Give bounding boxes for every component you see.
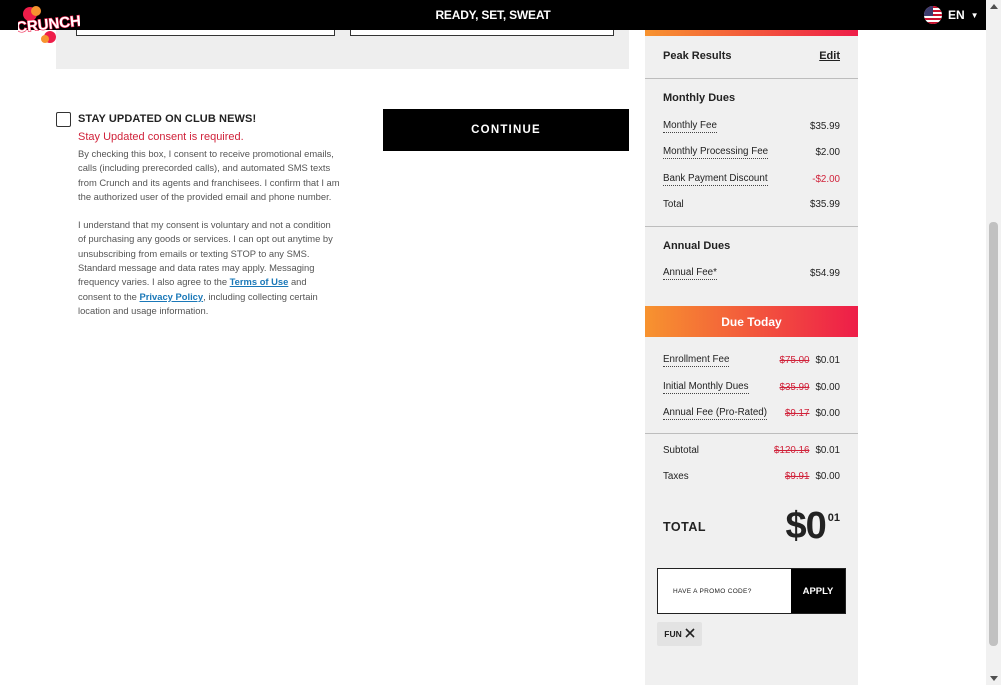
bank-discount-label[interactable]: Bank Payment Discount bbox=[663, 173, 768, 186]
form-field-bottom-left[interactable] bbox=[76, 30, 335, 36]
total-amount: $0 01 bbox=[785, 506, 840, 546]
bank-discount-value: -$2.00 bbox=[812, 174, 840, 185]
continue-button[interactable]: CONTINUE bbox=[383, 109, 629, 151]
subtotal-label: Subtotal bbox=[663, 445, 699, 456]
divider bbox=[645, 78, 858, 79]
subtotal-value: $0.01 bbox=[815, 445, 840, 456]
subtotal-row: Subtotal $120.16 $0.01 bbox=[663, 445, 840, 456]
taxes-label: Taxes bbox=[663, 471, 689, 482]
form-field-bottom-right[interactable] bbox=[350, 30, 614, 36]
enrollment-fee-label[interactable]: Enrollment Fee bbox=[663, 354, 730, 367]
total-cents: 01 bbox=[827, 512, 840, 524]
taxes-amounts: $9.91 $0.00 bbox=[785, 471, 840, 482]
prorated-fee-original: $9.17 bbox=[784, 408, 810, 419]
top-bar: READY, SET, SWEAT EN ▼ bbox=[0, 0, 986, 30]
promo-code-box: APPLY bbox=[657, 568, 846, 614]
monthly-fee-row: Monthly Fee $35.99 bbox=[663, 120, 840, 133]
initial-dues-amounts: $35.99 $0.00 bbox=[780, 382, 841, 393]
order-summary: Peak Results Edit Monthly Dues Monthly F… bbox=[645, 30, 858, 685]
taxes-row: Taxes $9.91 $0.00 bbox=[663, 471, 840, 482]
tagline: READY, SET, SWEAT bbox=[435, 8, 551, 22]
privacy-policy-link[interactable]: Privacy Policy bbox=[140, 291, 204, 302]
taxes-original: $9.91 bbox=[784, 471, 810, 482]
processing-fee-value: $2.00 bbox=[815, 147, 840, 158]
terms-of-use-link[interactable]: Terms of Use bbox=[230, 276, 289, 287]
scrollbar-thumb[interactable] bbox=[989, 222, 998, 646]
promo-code-input[interactable] bbox=[658, 569, 791, 613]
consent-paragraph-2: I understand that my consent is voluntar… bbox=[78, 218, 340, 318]
monthly-fee-label[interactable]: Monthly Fee bbox=[663, 120, 717, 133]
monthly-fee-value: $35.99 bbox=[810, 121, 840, 132]
monthly-dues-title: Monthly Dues bbox=[663, 92, 736, 104]
monthly-total-row: Total $35.99 bbox=[663, 199, 840, 210]
processing-fee-label[interactable]: Monthly Processing Fee bbox=[663, 146, 769, 159]
consent-text: By checking this box, I consent to recei… bbox=[78, 147, 340, 318]
enrollment-fee-value: $0.01 bbox=[815, 355, 840, 366]
prorated-fee-row: Annual Fee (Pro-Rated) $9.17 $0.00 bbox=[663, 407, 840, 420]
total-label: TOTAL bbox=[663, 520, 707, 534]
total-dollars: $0 bbox=[785, 505, 826, 547]
monthly-total-label: Total bbox=[663, 199, 684, 210]
summary-accent-strip bbox=[645, 30, 858, 36]
monthly-total-value: $35.99 bbox=[810, 199, 840, 210]
page-scrollbar[interactable] bbox=[986, 0, 1001, 685]
prorated-fee-value: $0.00 bbox=[815, 408, 840, 419]
scroll-down-arrow-icon[interactable] bbox=[990, 676, 998, 681]
subtotal-original: $120.16 bbox=[774, 445, 810, 456]
due-today-header: Due Today bbox=[645, 306, 858, 337]
consent-error: Stay Updated consent is required. bbox=[78, 131, 244, 143]
divider bbox=[645, 226, 858, 227]
annual-fee-label[interactable]: Annual Fee* bbox=[663, 267, 717, 280]
consent-paragraph-1: By checking this box, I consent to recei… bbox=[78, 148, 340, 202]
prorated-fee-label[interactable]: Annual Fee (Pro-Rated) bbox=[663, 407, 768, 420]
crunch-logo[interactable]: CRUNCH bbox=[18, 5, 80, 45]
apply-promo-button[interactable]: APPLY bbox=[791, 569, 845, 613]
club-news-checkbox[interactable] bbox=[56, 112, 71, 127]
annual-fee-row: Annual Fee* $54.99 bbox=[663, 267, 840, 280]
scroll-up-arrow-icon[interactable] bbox=[990, 4, 998, 9]
processing-fee-row: Monthly Processing Fee $2.00 bbox=[663, 146, 840, 159]
edit-plan-link[interactable]: Edit bbox=[819, 50, 840, 62]
initial-dues-value: $0.00 bbox=[815, 382, 840, 393]
bank-discount-row: Bank Payment Discount -$2.00 bbox=[663, 173, 840, 186]
annual-dues-title: Annual Dues bbox=[663, 240, 731, 252]
annual-fee-value: $54.99 bbox=[810, 268, 840, 279]
plan-name: Peak Results bbox=[663, 50, 732, 62]
enrollment-fee-original: $75.00 bbox=[779, 355, 810, 366]
initial-dues-original: $35.99 bbox=[779, 382, 810, 393]
caret-down-icon: ▼ bbox=[970, 10, 979, 20]
applied-promo-chip[interactable]: FUN bbox=[657, 622, 702, 646]
language-selector[interactable]: EN ▼ bbox=[924, 6, 979, 24]
subtotal-amounts: $120.16 $0.01 bbox=[774, 445, 840, 456]
initial-dues-row: Initial Monthly Dues $35.99 $0.00 bbox=[663, 381, 840, 394]
us-flag-icon bbox=[924, 6, 942, 24]
taxes-value: $0.00 bbox=[815, 471, 840, 482]
initial-dues-label[interactable]: Initial Monthly Dues bbox=[663, 381, 749, 394]
language-label: EN bbox=[948, 8, 965, 22]
enrollment-fee-row: Enrollment Fee $75.00 $0.01 bbox=[663, 354, 840, 367]
applied-promo-code: FUN bbox=[664, 629, 682, 639]
close-icon[interactable] bbox=[685, 628, 695, 640]
divider bbox=[645, 433, 858, 434]
club-news-label: STAY UPDATED ON CLUB NEWS! bbox=[78, 113, 257, 125]
prorated-fee-amounts: $9.17 $0.00 bbox=[785, 408, 840, 419]
enrollment-fee-amounts: $75.00 $0.01 bbox=[780, 355, 841, 366]
